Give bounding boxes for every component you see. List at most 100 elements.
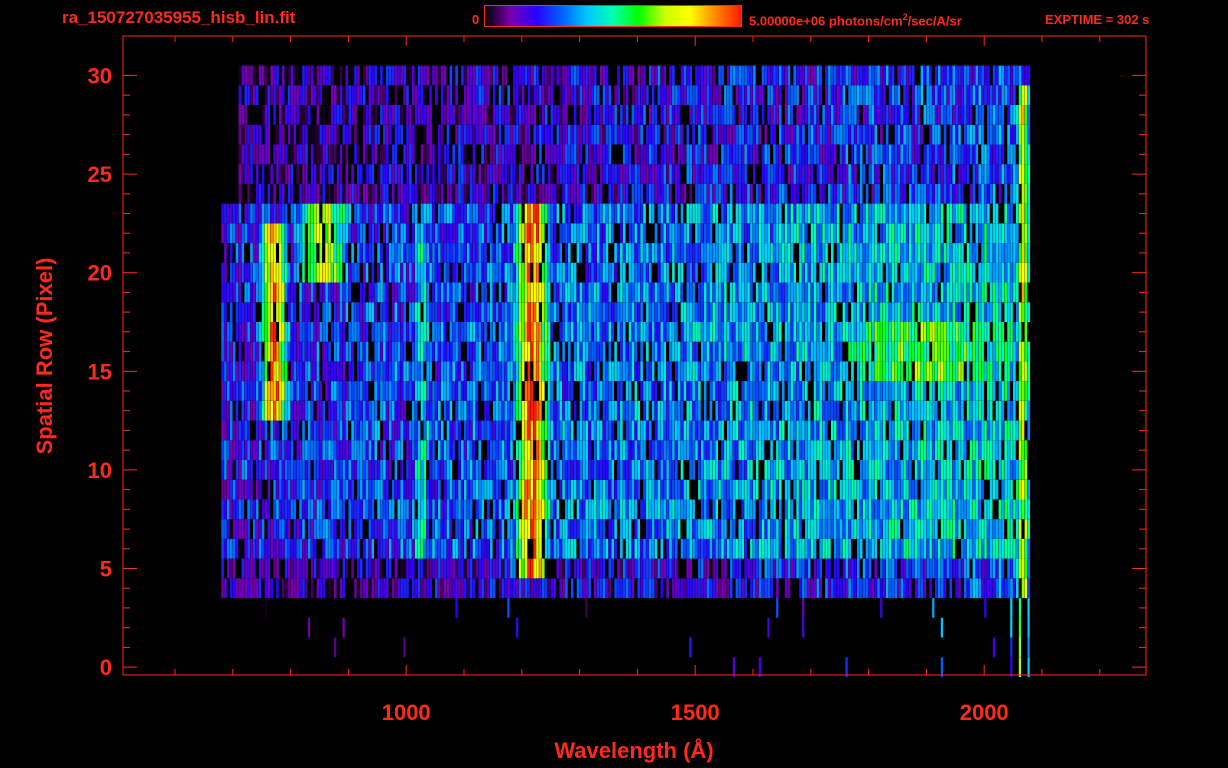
heatmap-cell xyxy=(247,420,250,441)
heatmap-cell xyxy=(622,341,626,362)
heatmap-cell xyxy=(747,558,750,579)
heatmap-cell xyxy=(524,440,528,460)
heatmap-cell xyxy=(232,578,236,599)
heatmap-cell xyxy=(530,282,534,303)
heatmap-cell xyxy=(608,519,612,539)
heatmap-cell xyxy=(706,558,710,579)
heatmap-cell xyxy=(903,341,906,362)
heatmap-cell xyxy=(1013,460,1016,480)
heatmap-cell xyxy=(507,223,510,244)
heatmap-cell xyxy=(738,282,742,303)
heatmap-cell xyxy=(859,282,863,303)
heatmap-cell xyxy=(741,341,744,362)
heatmap-cell xyxy=(397,538,401,559)
heatmap-cell xyxy=(412,479,415,500)
heatmap-cell xyxy=(579,558,583,579)
heatmap-cell xyxy=(677,519,681,539)
heatmap-cell xyxy=(897,223,901,244)
heatmap-cell xyxy=(253,499,256,520)
heatmap-cell xyxy=(487,262,490,283)
heatmap-cell xyxy=(414,341,418,362)
heatmap-cell xyxy=(917,420,921,441)
heatmap-cell xyxy=(539,519,542,539)
heatmap-cell xyxy=(920,479,924,500)
heatmap-cell xyxy=(906,460,909,480)
heatmap-cell xyxy=(562,420,565,441)
heatmap-cell xyxy=(975,302,979,322)
heatmap-cell xyxy=(764,538,768,559)
heatmap-cell xyxy=(293,538,297,559)
heatmap-cell xyxy=(273,361,276,382)
heatmap-cell xyxy=(611,420,614,441)
heatmap-cell xyxy=(319,420,323,441)
heatmap-cell xyxy=(377,558,380,579)
heatmap-cell xyxy=(530,381,534,401)
heatmap-cell xyxy=(1010,657,1013,677)
heatmap-cell xyxy=(712,479,716,500)
heatmap-cell xyxy=(409,302,412,322)
heatmap-cell xyxy=(628,223,632,244)
heatmap-cell xyxy=(596,361,600,382)
heatmap-cell xyxy=(397,400,401,421)
heatmap-cell xyxy=(819,499,822,520)
heatmap-cell xyxy=(747,420,750,441)
heatmap-cell xyxy=(1027,617,1030,638)
heatmap-cell xyxy=(310,479,314,500)
heatmap-cell xyxy=(1021,361,1025,382)
heatmap-cell xyxy=(666,381,669,401)
heatmap-cell xyxy=(582,578,586,599)
heatmap-cell xyxy=(648,558,652,579)
heatmap-cell xyxy=(498,322,502,342)
heatmap-cell xyxy=(374,440,377,460)
heatmap-cell xyxy=(992,479,996,500)
heatmap-cell xyxy=(796,400,799,421)
heatmap-cell xyxy=(906,203,909,224)
heatmap-cell xyxy=(334,440,337,460)
heatmap-cell xyxy=(958,282,961,303)
heatmap-cell xyxy=(917,578,921,599)
heatmap-cell xyxy=(316,460,320,480)
heatmap-cell xyxy=(672,302,675,322)
heatmap-cell xyxy=(701,460,704,480)
heatmap-cell xyxy=(614,302,617,322)
heatmap-cell xyxy=(845,243,849,263)
heatmap-cell xyxy=(403,341,406,362)
heatmap-cell xyxy=(634,440,638,460)
heatmap-cell xyxy=(987,440,990,460)
heatmap-cell xyxy=(952,341,955,362)
heatmap-cell xyxy=(403,578,406,599)
heatmap-cell xyxy=(539,381,542,401)
heatmap-cell xyxy=(469,499,473,520)
heatmap-cell xyxy=(487,578,490,599)
heatmap-cell xyxy=(588,558,591,579)
heatmap-cell xyxy=(724,381,727,401)
heatmap-cell xyxy=(273,499,276,520)
heatmap-cell xyxy=(342,322,346,342)
heatmap-cell xyxy=(657,519,661,539)
heatmap-cell xyxy=(819,538,822,559)
heatmap-cell xyxy=(721,302,724,322)
heatmap-cell xyxy=(972,420,976,441)
heatmap-cell xyxy=(825,578,828,599)
heatmap-cell xyxy=(565,400,568,421)
heatmap-cell xyxy=(464,479,467,500)
heatmap-cell xyxy=(432,499,435,520)
heatmap-cell xyxy=(253,361,256,382)
heatmap-cell xyxy=(440,322,444,342)
heatmap-cell xyxy=(536,302,539,322)
heatmap-cell xyxy=(680,400,684,421)
heatmap-cell xyxy=(695,420,698,441)
heatmap-cell xyxy=(987,361,990,382)
heatmap-cell xyxy=(316,262,320,283)
heatmap-cell xyxy=(646,558,649,579)
heatmap-cell xyxy=(452,223,455,244)
heatmap-cell xyxy=(932,381,935,401)
heatmap-cell xyxy=(244,262,247,283)
heatmap-cell xyxy=(689,262,692,283)
heatmap-cell xyxy=(807,400,811,421)
heatmap-cell xyxy=(588,322,591,342)
heatmap-cell xyxy=(362,361,366,382)
heatmap-cell xyxy=(325,578,328,599)
heatmap-cell xyxy=(238,381,242,401)
heatmap-cell xyxy=(819,440,822,460)
